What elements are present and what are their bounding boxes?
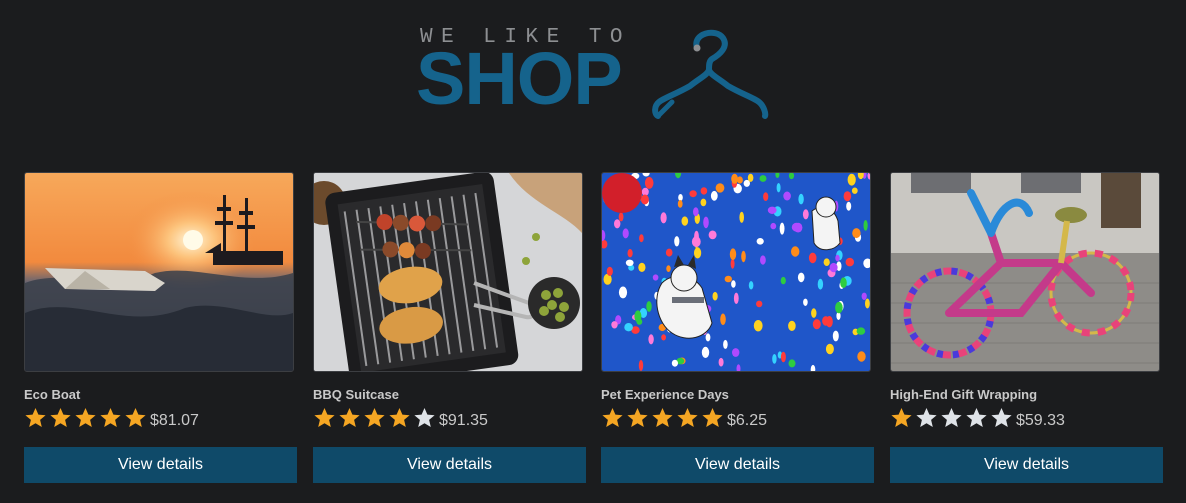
balloons-illustration [602,173,870,371]
product-image-high-end-gift-wrapping[interactable] [890,172,1160,372]
product-price: $91.35 [439,412,488,429]
star-filled-icon [701,407,726,431]
star-filled-icon [313,407,338,431]
brand-logo[interactable]: WE LIKE TO SHOP [416,26,776,126]
product-name[interactable]: Eco Boat [24,387,80,402]
boat-sunset-illustration [25,173,293,371]
star-empty-icon [413,407,438,431]
star-filled-icon [601,407,626,431]
product-price: $59.33 [1016,412,1065,429]
star-filled-icon [99,407,124,431]
product-image-eco-boat[interactable] [24,172,294,372]
star-filled-icon [651,407,676,431]
product-image-bbq-suitcase[interactable] [313,172,583,372]
product-grid: Eco Boat $81.07 View details BBQ Suitcas… [24,172,1164,484]
star-empty-icon [940,407,965,431]
product-rating: $91.35 [313,406,488,432]
product-name[interactable]: BBQ Suitcase [313,387,399,402]
product-rating: $81.07 [24,406,199,432]
star-filled-icon [626,407,651,431]
product-price: $6.25 [727,412,768,429]
star-filled-icon [676,407,701,431]
star-filled-icon [74,407,99,431]
knitted-bicycle-illustration [891,173,1159,371]
view-details-button[interactable]: View details [601,447,874,483]
star-filled-icon [124,407,149,431]
star-filled-icon [890,407,915,431]
product-price: $81.07 [150,412,199,429]
star-filled-icon [363,407,388,431]
star-filled-icon [49,407,74,431]
view-details-button[interactable]: View details [313,447,586,483]
star-filled-icon [24,407,49,431]
view-details-button[interactable]: View details [24,447,297,483]
product-rating: $6.25 [601,406,767,432]
product-name[interactable]: Pet Experience Days [601,387,729,402]
logo-wordmark: SHOP [416,37,623,120]
grill-illustration [314,173,582,371]
product-rating: $59.33 [890,406,1065,432]
star-empty-icon [965,407,990,431]
star-empty-icon [915,407,940,431]
storefront-page: WE LIKE TO SHOP Eco Boat $81.07 View det… [0,0,1186,503]
star-filled-icon [338,407,363,431]
product-name[interactable]: High-End Gift Wrapping [890,387,1037,402]
view-details-button[interactable]: View details [890,447,1163,483]
star-empty-icon [990,407,1015,431]
product-image-pet-experience-days[interactable] [601,172,871,372]
star-filled-icon [388,407,413,431]
hanger-icon [652,29,769,119]
